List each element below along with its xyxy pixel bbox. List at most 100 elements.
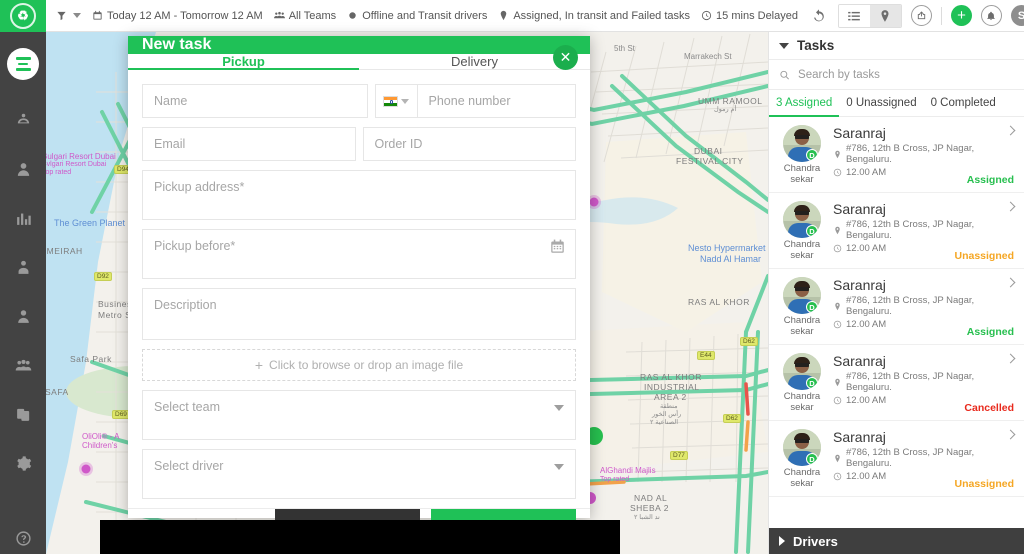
- recycle-logo-icon: ♻: [10, 3, 36, 29]
- task-row[interactable]: D Chandra sekar Saranraj #786, 12th B Cross…: [769, 269, 1024, 345]
- clock-icon: [833, 472, 842, 481]
- funnel-icon[interactable]: [56, 10, 81, 21]
- map-road-shield: D62: [723, 414, 741, 423]
- avatar: D: [783, 277, 821, 315]
- app-logo[interactable]: ♻: [0, 0, 46, 32]
- driver-badge: D: [806, 225, 818, 238]
- driver-name: Chandra sekar: [783, 467, 821, 490]
- map-label: 5th St: [614, 44, 635, 53]
- tab-assigned[interactable]: 3 Assigned: [769, 90, 840, 117]
- task-title: Saranraj: [833, 353, 886, 369]
- name-field[interactable]: Name: [142, 84, 368, 118]
- filter-date-range[interactable]: Today 12 AM - Tomorrow 12 AM: [92, 10, 263, 22]
- map-label: Nadd Al Hamar: [700, 254, 762, 264]
- chevron-right-icon[interactable]: [779, 536, 785, 546]
- bottom-black-bar: [100, 520, 620, 554]
- tab-pickup[interactable]: Pickup: [128, 54, 359, 70]
- chevron-down-icon[interactable]: [554, 464, 564, 470]
- pin-icon: [835, 150, 840, 158]
- chevron-down-icon[interactable]: [73, 13, 81, 18]
- image-dropzone[interactable]: + Click to browse or drop an image file: [142, 349, 576, 381]
- files-icon[interactable]: [0, 390, 46, 439]
- gear-icon[interactable]: [0, 439, 46, 488]
- tasks-panel-header[interactable]: Tasks: [769, 32, 1024, 60]
- task-address: #786, 12th B Cross, JP Nagar, Bengaluru.: [833, 143, 1014, 165]
- refresh-icon[interactable]: [809, 6, 829, 26]
- top-toolbar: Today 12 AM - Tomorrow 12 AM All Teams O…: [46, 0, 1024, 32]
- tasks-search[interactable]: [769, 60, 1024, 90]
- filter-delay[interactable]: 15 mins Delayed: [701, 10, 798, 22]
- map-view-icon[interactable]: [869, 4, 901, 27]
- search-input[interactable]: [798, 68, 1014, 81]
- filter-bar: Today 12 AM - Tomorrow 12 AM All Teams O…: [46, 10, 809, 22]
- task-row[interactable]: D Chandra sekar Saranraj #786, 12th B Cross…: [769, 117, 1024, 193]
- map-road-shield: D62: [740, 337, 758, 346]
- calendar-icon[interactable]: [550, 239, 565, 254]
- teams-icon: [273, 11, 285, 19]
- filter-teams[interactable]: All Teams: [273, 9, 337, 22]
- clock-icon: [833, 320, 842, 329]
- form-row-team: Select team: [142, 390, 576, 440]
- task-driver: D Chandra sekar: [779, 277, 825, 338]
- avatar: D: [783, 201, 821, 239]
- tasks-panel-title: Tasks: [797, 38, 835, 53]
- task-form: Name Phone number Email Order ID Pickup …: [128, 70, 590, 508]
- map-label: الصناعية ٢: [650, 419, 678, 426]
- toolbar-actions: + S: [809, 3, 1024, 28]
- task-row[interactable]: D Chandra sekar Saranraj #786, 12th B Cross…: [769, 345, 1024, 421]
- filter-driver-status[interactable]: Offline and Transit drivers: [347, 10, 487, 22]
- select-driver-dropdown[interactable]: Select driver: [142, 449, 576, 499]
- agents-icon[interactable]: [0, 243, 46, 292]
- select-team-dropdown[interactable]: Select team: [142, 390, 576, 440]
- map-label: OliOli® - A: [82, 432, 120, 441]
- task-address: #786, 12th B Cross, JP Nagar, Bengaluru.: [833, 447, 1014, 469]
- task-address: #786, 12th B Cross, JP Nagar, Bengaluru.: [833, 295, 1014, 317]
- pin-icon: [835, 302, 840, 310]
- pickup-before-label: Pickup before*: [154, 239, 236, 253]
- task-driver: D Chandra sekar: [779, 125, 825, 186]
- country-code-select[interactable]: [374, 84, 417, 118]
- order-id-field[interactable]: Order ID: [362, 127, 576, 161]
- avatar[interactable]: S: [1010, 5, 1024, 26]
- map-label: أم رمول: [714, 106, 737, 113]
- driver-badge: D: [806, 301, 818, 314]
- pin-icon: [835, 378, 840, 386]
- task-row[interactable]: D Chandra sekar Saranraj #786, 12th B Cross…: [769, 421, 1024, 497]
- filter-delay-label: 15 mins Delayed: [716, 9, 798, 22]
- task-list[interactable]: D Chandra sekar Saranraj #786, 12th B Cross…: [769, 117, 1024, 528]
- pickup-address-field[interactable]: Pickup address*: [142, 170, 576, 220]
- profile-icon[interactable]: [0, 292, 46, 341]
- chevron-down-icon[interactable]: [401, 98, 409, 104]
- map-label: Children's: [82, 441, 118, 450]
- help-icon[interactable]: [0, 514, 46, 554]
- driver-name: Chandra sekar: [783, 239, 821, 262]
- list-view-icon[interactable]: [838, 4, 870, 27]
- teams-icon[interactable]: [0, 341, 46, 390]
- customer-icon[interactable]: [0, 145, 46, 194]
- bell-icon[interactable]: [980, 5, 1002, 26]
- share-icon[interactable]: [910, 5, 932, 26]
- filter-teams-label: All Teams: [288, 9, 337, 22]
- hamburger-icon[interactable]: [7, 48, 39, 80]
- task-row[interactable]: D Chandra sekar Saranraj #786, 12th B Cross…: [769, 193, 1024, 269]
- status-badge: Assigned: [966, 326, 1014, 338]
- tab-delivery[interactable]: Delivery: [359, 54, 590, 69]
- tab-completed[interactable]: 0 Completed: [924, 90, 1003, 116]
- bar-chart-icon[interactable]: [0, 194, 46, 243]
- chevron-down-icon[interactable]: [779, 42, 789, 49]
- map-label: ند الشبا ٢: [634, 514, 660, 521]
- tab-unassigned[interactable]: 0 Unassigned: [839, 90, 923, 116]
- map-road-shield: D77: [670, 451, 688, 460]
- description-field[interactable]: Description: [142, 288, 576, 340]
- form-row-name-phone: Name Phone number: [142, 84, 576, 118]
- filter-task-status[interactable]: Assigned, In transit and Failed tasks: [498, 10, 690, 22]
- map-label: منطقة: [660, 403, 678, 410]
- task-title: Saranraj: [833, 429, 886, 445]
- pickup-before-field[interactable]: Pickup before*: [142, 229, 576, 279]
- add-button[interactable]: +: [950, 5, 972, 26]
- phone-field[interactable]: Phone number: [416, 84, 576, 118]
- chevron-down-icon[interactable]: [554, 405, 564, 411]
- email-field[interactable]: Email: [142, 127, 356, 161]
- dashboard-icon[interactable]: [0, 96, 46, 145]
- drivers-section-header[interactable]: Drivers: [769, 528, 1024, 554]
